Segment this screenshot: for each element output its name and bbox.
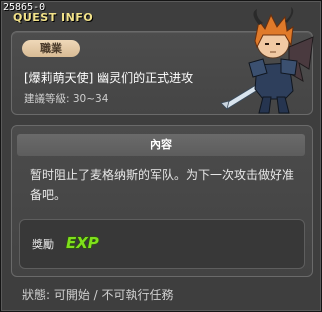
- exp-icon: EXP: [65, 233, 99, 251]
- quest-description: 暂时阻止了麦格纳斯的军队。为下一次攻击做好准备吧。: [30, 168, 295, 202]
- reward-label: 獎勵: [32, 238, 54, 251]
- job-badge: 職業: [22, 40, 80, 57]
- quest-status: 狀態: 可開始 / 不可執行任務: [22, 288, 174, 302]
- reward-panel: [19, 219, 305, 269]
- armored-warrior-portrait-icon: [220, 7, 314, 114]
- quest-name: [爆莉萌天使] 幽灵们的正式进攻: [24, 71, 194, 85]
- quest-level-range: 建議等級: 30~34: [24, 93, 109, 105]
- exp-icon-text: EXP: [66, 234, 99, 251]
- content-section-title: 內容: [17, 134, 305, 156]
- quest-info-window: 25865-0 QUEST INFO 職業 [爆莉萌天使] 幽灵们的正式进攻 建…: [0, 0, 322, 312]
- window-title: QUEST INFO: [13, 11, 94, 24]
